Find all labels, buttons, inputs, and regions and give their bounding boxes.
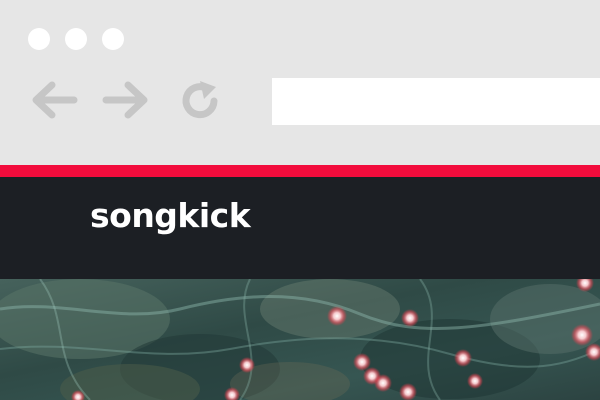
window-controls — [28, 28, 124, 50]
browser-chrome — [0, 0, 600, 165]
songkick-logo[interactable]: songkick — [90, 199, 251, 232]
browser-nav — [28, 79, 226, 121]
minimize-dot[interactable] — [65, 28, 87, 50]
close-dot[interactable] — [28, 28, 50, 50]
arrow-right-icon[interactable] — [102, 79, 152, 121]
browser-window: songkick — [0, 0, 600, 400]
hero-image — [0, 279, 600, 400]
maximize-dot[interactable] — [102, 28, 124, 50]
address-bar[interactable] — [272, 78, 600, 125]
reload-icon[interactable] — [176, 79, 226, 121]
accent-stripe — [0, 165, 600, 177]
arrow-left-icon[interactable] — [28, 79, 78, 121]
crowd-lights-photo — [0, 279, 600, 400]
